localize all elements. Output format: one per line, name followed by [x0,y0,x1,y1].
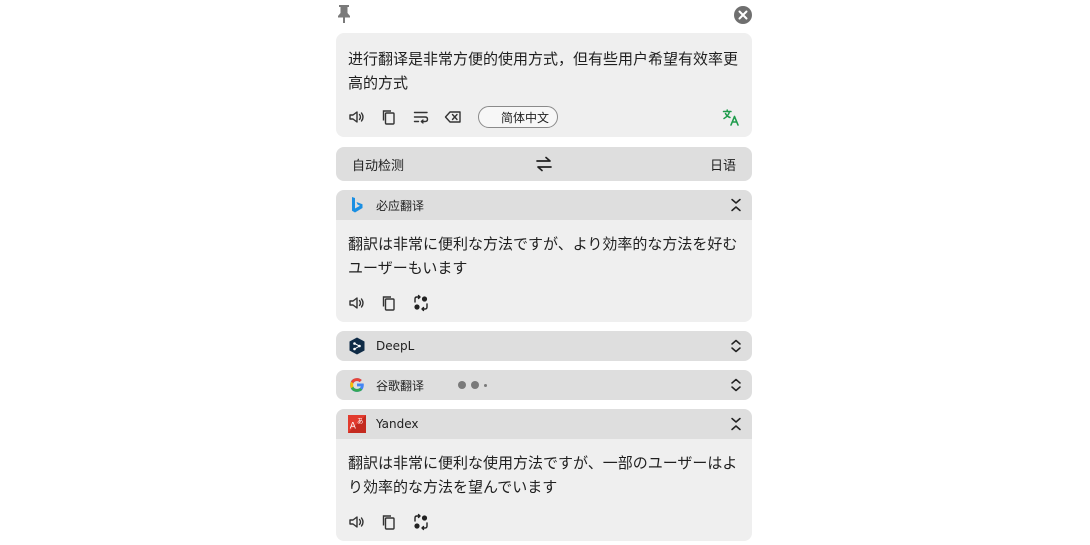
deepl-logo [348,337,366,355]
expand-icon[interactable] [730,377,742,393]
translator-window: 进行翻译是非常方便的使用方式，但有些用户希望有效率更高的方式 简体中文 自动检测 [336,0,752,545]
loading-indicator [458,381,492,389]
translate-icon[interactable] [722,108,740,126]
service-name: DeepL [376,339,415,353]
source-panel: 进行翻译是非常方便的使用方式，但有些用户希望有效率更高的方式 简体中文 [336,33,752,137]
service-toolbar [348,507,740,537]
source-textarea[interactable]: 进行翻译是非常方便的使用方式，但有些用户希望有效率更高的方式 [348,47,740,95]
service-body: 翻訳は非常に便利な方法ですが、より効率的な方法を好むユーザーもいます [336,220,752,322]
service-header[interactable]: DeepL [336,331,752,361]
google-logo [348,376,366,394]
copy-icon[interactable] [380,513,398,531]
collapse-icon[interactable] [730,416,742,432]
swap-icon[interactable] [534,156,554,172]
close-icon[interactable] [734,6,752,24]
expand-icon[interactable] [730,338,742,354]
service-deepl: DeepL [336,331,752,361]
translation-text: 翻訳は非常に便利な使用方法ですが、一部のユーザーはより効率的な方法を望んでいます [348,454,738,496]
window-topbar [336,0,752,30]
service-header[interactable]: 谷歌翻译 [336,370,752,400]
service-body: 翻訳は非常に便利な使用方法ですが、一部のユーザーはより効率的な方法を望んでいます [336,439,752,541]
service-bing: 必应翻译 翻訳は非常に便利な方法ですが、より効率的な方法を好むユーザーもいます [336,190,752,322]
service-google: 谷歌翻译 [336,370,752,400]
target-language-dropdown[interactable]: 日语 [554,155,736,174]
service-header[interactable]: Aあ Yandex [336,409,752,439]
retranslate-icon[interactable] [412,294,430,312]
service-name: 必应翻译 [376,198,425,213]
service-yandex: Aあ Yandex 翻訳は非常に便利な使用方法ですが、一部のユーザーはより効率的… [336,409,752,541]
retranslate-icon[interactable] [412,513,430,531]
source-language-selector[interactable]: 简体中文 [478,106,559,128]
service-toolbar [348,288,740,318]
source-language-dropdown[interactable]: 自动检测 [352,155,534,174]
yandex-logo: Aあ [348,415,366,433]
language-bar: 自动检测 日语 [336,147,752,181]
wrap-icon[interactable] [412,108,430,126]
speaker-icon[interactable] [348,513,366,531]
copy-icon[interactable] [380,294,398,312]
speaker-icon[interactable] [348,294,366,312]
speaker-icon[interactable] [348,108,366,126]
service-name: 谷歌翻译 [376,378,425,393]
translation-text: 翻訳は非常に便利な方法ですが、より効率的な方法を好むユーザーもいます [348,235,738,277]
copy-icon[interactable] [380,108,398,126]
pin-icon[interactable] [336,4,352,24]
svg-text:あ: あ [357,417,363,425]
bing-logo [348,196,366,214]
source-toolbar: 简体中文 [348,105,740,129]
service-name: Yandex [376,417,419,431]
svg-text:A: A [350,422,357,432]
collapse-icon[interactable] [730,197,742,213]
service-header[interactable]: 必应翻译 [336,190,752,220]
clear-icon[interactable] [444,108,462,126]
